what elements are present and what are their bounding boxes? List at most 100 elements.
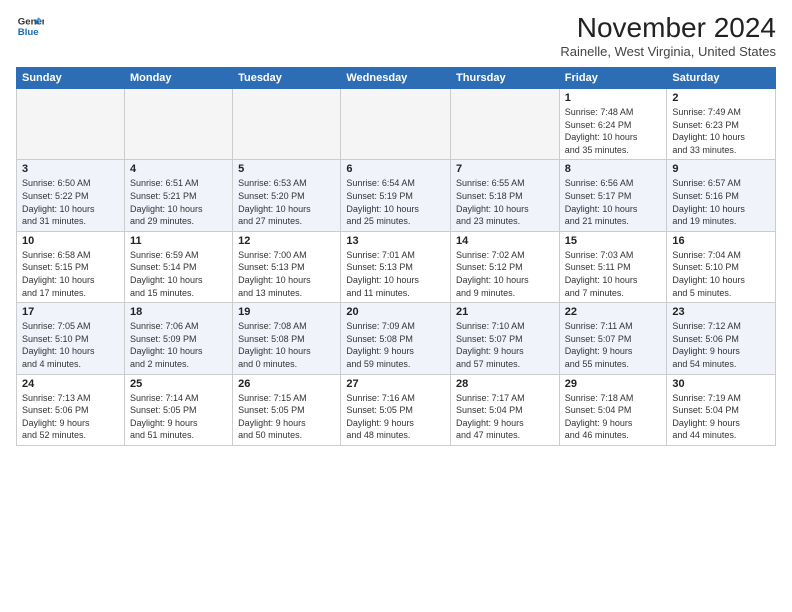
cell-info: Sunrise: 6:53 AM Sunset: 5:20 PM Dayligh… (238, 177, 335, 227)
cell-info: Sunrise: 7:48 AM Sunset: 6:24 PM Dayligh… (565, 106, 662, 156)
calendar-cell-w4-d2: 18 Sunrise: 7:06 AM Sunset: 5:09 PM Dayli… (124, 303, 232, 374)
calendar-week-2: 3 Sunrise: 6:50 AM Sunset: 5:22 PM Daylig… (17, 160, 776, 231)
cell-info: Sunrise: 7:02 AM Sunset: 5:12 PM Dayligh… (456, 249, 554, 299)
cell-info: Sunrise: 6:50 AM Sunset: 5:22 PM Dayligh… (22, 177, 119, 227)
calendar-cell-w5-d6: 29Sunrise: 7:18 AM Sunset: 5:04 PM Dayli… (559, 374, 667, 445)
day-number: 12 (238, 235, 335, 247)
cell-info: Sunrise: 7:10 AM Sunset: 5:07 PM Dayligh… (456, 320, 554, 370)
svg-text:General: General (18, 16, 44, 27)
page: General Blue November 2024 Rainelle, Wes… (0, 0, 792, 612)
day-number: 30 (672, 378, 770, 390)
day-number: 3 (22, 163, 119, 175)
calendar-cell-w1-d6: 1Sunrise: 7:48 AM Sunset: 6:24 PM Daylig… (559, 89, 667, 160)
day-number: 6 (346, 163, 445, 175)
calendar-cell-w3-d7: 16 Sunrise: 7:04 AM Sunset: 5:10 PM Dayli… (667, 231, 776, 302)
day-number: 15 (565, 235, 662, 247)
svg-text:Blue: Blue (18, 27, 39, 38)
day-number: 28 (456, 378, 554, 390)
calendar-cell-w1-d1 (17, 89, 125, 160)
col-sunday: Sunday (17, 68, 125, 89)
day-number: 22 (565, 306, 662, 318)
calendar-cell-w2-d3: 5 Sunrise: 6:53 AM Sunset: 5:20 PM Daylig… (233, 160, 341, 231)
calendar-cell-w5-d5: 28 Sunrise: 7:17 AM Sunset: 5:04 PM Dayli… (451, 374, 560, 445)
calendar-week-1: 1Sunrise: 7:48 AM Sunset: 6:24 PM Daylig… (17, 89, 776, 160)
col-tuesday: Tuesday (233, 68, 341, 89)
calendar-cell-w4-d1: 17 Sunrise: 7:05 AM Sunset: 5:10 PM Dayli… (17, 303, 125, 374)
calendar-cell-w2-d1: 3 Sunrise: 6:50 AM Sunset: 5:22 PM Daylig… (17, 160, 125, 231)
day-number: 7 (456, 163, 554, 175)
calendar-cell-w1-d4 (341, 89, 451, 160)
day-number: 10 (22, 235, 119, 247)
day-number: 20 (346, 306, 445, 318)
calendar-cell-w3-d4: 13 Sunrise: 7:01 AM Sunset: 5:13 PM Dayli… (341, 231, 451, 302)
day-number: 24 (22, 378, 119, 390)
calendar-cell-w1-d5 (451, 89, 560, 160)
calendar-cell-w3-d5: 14Sunrise: 7:02 AM Sunset: 5:12 PM Dayli… (451, 231, 560, 302)
calendar-cell-w1-d3 (233, 89, 341, 160)
day-number: 5 (238, 163, 335, 175)
calendar-table: Sunday Monday Tuesday Wednesday Thursday… (16, 67, 776, 446)
logo: General Blue (16, 12, 44, 40)
title-block: November 2024 Rainelle, West Virginia, U… (560, 12, 776, 59)
cell-info: Sunrise: 7:00 AM Sunset: 5:13 PM Dayligh… (238, 249, 335, 299)
cell-info: Sunrise: 7:08 AM Sunset: 5:08 PM Dayligh… (238, 320, 335, 370)
calendar-week-3: 10Sunrise: 6:58 AM Sunset: 5:15 PM Dayli… (17, 231, 776, 302)
calendar-cell-w2-d6: 8 Sunrise: 6:56 AM Sunset: 5:17 PM Daylig… (559, 160, 667, 231)
day-number: 26 (238, 378, 335, 390)
cell-info: Sunrise: 7:09 AM Sunset: 5:08 PM Dayligh… (346, 320, 445, 370)
calendar-week-5: 24 Sunrise: 7:13 AM Sunset: 5:06 PM Dayli… (17, 374, 776, 445)
calendar-week-4: 17 Sunrise: 7:05 AM Sunset: 5:10 PM Dayli… (17, 303, 776, 374)
calendar-cell-w5-d4: 27 Sunrise: 7:16 AM Sunset: 5:05 PM Dayli… (341, 374, 451, 445)
cell-info: Sunrise: 7:15 AM Sunset: 5:05 PM Dayligh… (238, 392, 335, 442)
cell-info: Sunrise: 7:13 AM Sunset: 5:06 PM Dayligh… (22, 392, 119, 442)
col-thursday: Thursday (451, 68, 560, 89)
day-number: 29 (565, 378, 662, 390)
calendar-cell-w3-d1: 10Sunrise: 6:58 AM Sunset: 5:15 PM Dayli… (17, 231, 125, 302)
cell-info: Sunrise: 7:01 AM Sunset: 5:13 PM Dayligh… (346, 249, 445, 299)
cell-info: Sunrise: 7:19 AM Sunset: 5:04 PM Dayligh… (672, 392, 770, 442)
calendar-cell-w5-d3: 26 Sunrise: 7:15 AM Sunset: 5:05 PM Dayli… (233, 374, 341, 445)
calendar-cell-w3-d6: 15 Sunrise: 7:03 AM Sunset: 5:11 PM Dayli… (559, 231, 667, 302)
calendar-cell-w4-d3: 19 Sunrise: 7:08 AM Sunset: 5:08 PM Dayli… (233, 303, 341, 374)
header: General Blue November 2024 Rainelle, Wes… (16, 12, 776, 59)
calendar-cell-w4-d7: 23 Sunrise: 7:12 AM Sunset: 5:06 PM Dayli… (667, 303, 776, 374)
cell-info: Sunrise: 7:49 AM Sunset: 6:23 PM Dayligh… (672, 106, 770, 156)
cell-info: Sunrise: 7:05 AM Sunset: 5:10 PM Dayligh… (22, 320, 119, 370)
day-number: 16 (672, 235, 770, 247)
calendar-cell-w2-d2: 4 Sunrise: 6:51 AM Sunset: 5:21 PM Daylig… (124, 160, 232, 231)
calendar-cell-w5-d1: 24 Sunrise: 7:13 AM Sunset: 5:06 PM Dayli… (17, 374, 125, 445)
calendar-cell-w2-d7: 9 Sunrise: 6:57 AM Sunset: 5:16 PM Daylig… (667, 160, 776, 231)
day-number: 19 (238, 306, 335, 318)
day-number: 25 (130, 378, 227, 390)
calendar-cell-w5-d7: 30 Sunrise: 7:19 AM Sunset: 5:04 PM Dayli… (667, 374, 776, 445)
cell-info: Sunrise: 6:56 AM Sunset: 5:17 PM Dayligh… (565, 177, 662, 227)
location: Rainelle, West Virginia, United States (560, 44, 776, 59)
day-number: 23 (672, 306, 770, 318)
cell-info: Sunrise: 7:12 AM Sunset: 5:06 PM Dayligh… (672, 320, 770, 370)
cell-info: Sunrise: 6:55 AM Sunset: 5:18 PM Dayligh… (456, 177, 554, 227)
day-number: 9 (672, 163, 770, 175)
calendar-cell-w3-d3: 12 Sunrise: 7:00 AM Sunset: 5:13 PM Dayli… (233, 231, 341, 302)
day-number: 18 (130, 306, 227, 318)
cell-info: Sunrise: 6:54 AM Sunset: 5:19 PM Dayligh… (346, 177, 445, 227)
calendar-cell-w4-d6: 22Sunrise: 7:11 AM Sunset: 5:07 PM Dayli… (559, 303, 667, 374)
cell-info: Sunrise: 7:17 AM Sunset: 5:04 PM Dayligh… (456, 392, 554, 442)
month-title: November 2024 (560, 12, 776, 44)
cell-info: Sunrise: 6:59 AM Sunset: 5:14 PM Dayligh… (130, 249, 227, 299)
cell-info: Sunrise: 6:51 AM Sunset: 5:21 PM Dayligh… (130, 177, 227, 227)
cell-info: Sunrise: 7:03 AM Sunset: 5:11 PM Dayligh… (565, 249, 662, 299)
cell-info: Sunrise: 7:06 AM Sunset: 5:09 PM Dayligh… (130, 320, 227, 370)
day-number: 27 (346, 378, 445, 390)
col-saturday: Saturday (667, 68, 776, 89)
day-number: 13 (346, 235, 445, 247)
day-number: 17 (22, 306, 119, 318)
col-wednesday: Wednesday (341, 68, 451, 89)
day-number: 21 (456, 306, 554, 318)
day-number: 8 (565, 163, 662, 175)
cell-info: Sunrise: 6:57 AM Sunset: 5:16 PM Dayligh… (672, 177, 770, 227)
calendar-cell-w2-d5: 7 Sunrise: 6:55 AM Sunset: 5:18 PM Daylig… (451, 160, 560, 231)
calendar-cell-w1-d7: 2Sunrise: 7:49 AM Sunset: 6:23 PM Daylig… (667, 89, 776, 160)
day-number: 4 (130, 163, 227, 175)
cell-info: Sunrise: 7:04 AM Sunset: 5:10 PM Dayligh… (672, 249, 770, 299)
cell-info: Sunrise: 7:16 AM Sunset: 5:05 PM Dayligh… (346, 392, 445, 442)
